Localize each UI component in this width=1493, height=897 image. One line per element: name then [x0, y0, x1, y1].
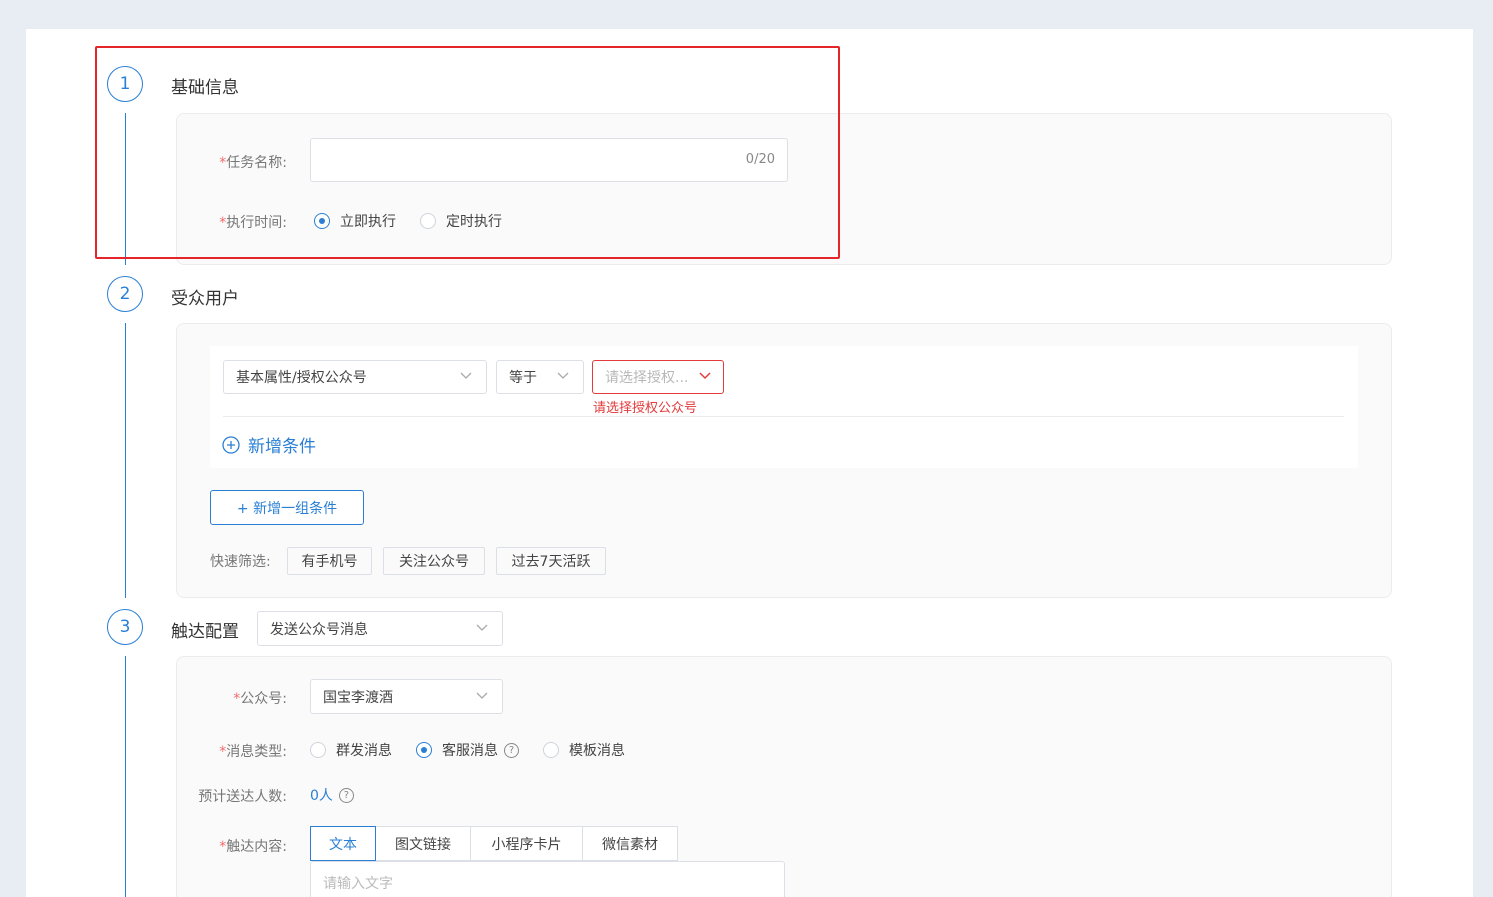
quick-filter-active-7-days[interactable]: 过去7天活跃	[496, 547, 606, 575]
account-select[interactable]: 国宝李渡酒	[310, 679, 503, 714]
condition-divider	[223, 416, 1344, 417]
operator-select[interactable]: 等于	[496, 360, 584, 394]
step-3-circle: 3	[107, 609, 143, 645]
radio-msg-template[interactable]: 模板消息	[543, 740, 625, 760]
chevron-down-icon	[460, 372, 472, 379]
validation-error: 请选择授权公众号	[593, 401, 698, 416]
content-textarea[interactable]: 请输入文字	[310, 861, 785, 897]
exec-time-label: *执行时间:	[219, 215, 287, 231]
step-1-circle: 1	[107, 66, 143, 102]
radio-dot	[420, 213, 436, 229]
help-icon[interactable]: ?	[338, 787, 354, 803]
step-3-title: 触达配置	[171, 622, 239, 642]
step-2-connector	[125, 323, 126, 598]
tab-text[interactable]: 文本	[310, 826, 376, 861]
attribute-select[interactable]: 基本属性/授权公众号	[223, 360, 487, 394]
content-label: *触达内容:	[219, 839, 287, 855]
tab-wechat-material[interactable]: 微信素材	[583, 826, 678, 861]
msg-type-label: *消息类型:	[219, 744, 287, 760]
channel-select[interactable]: 发送公众号消息	[257, 611, 503, 646]
estimate-value: 0人 ?	[310, 785, 354, 805]
authorized-account-select[interactable]: 请选择授权...	[592, 360, 724, 394]
account-label: *公众号:	[233, 691, 287, 707]
radio-msg-broadcast[interactable]: 群发消息	[310, 740, 392, 760]
quick-filter-label: 快速筛选:	[210, 554, 271, 570]
task-name-label: *任务名称:	[219, 155, 287, 171]
tab-mini-program[interactable]: 小程序卡片	[471, 826, 583, 861]
content-tabs: 文本 图文链接 小程序卡片 微信素材	[310, 826, 678, 861]
estimate-label: 预计送达人数:	[198, 789, 287, 805]
add-condition-button[interactable]: 新增条件	[222, 432, 316, 457]
chevron-down-icon	[557, 372, 569, 379]
plus-circle-icon	[222, 435, 240, 454]
help-icon[interactable]: ?	[504, 742, 519, 758]
content-placeholder: 请输入文字	[323, 876, 393, 892]
chevron-down-icon	[699, 372, 711, 380]
add-condition-group-button[interactable]: + 新增一组条件	[210, 490, 364, 525]
step-3-connector	[125, 656, 126, 897]
tab-rich-link[interactable]: 图文链接	[376, 826, 471, 861]
radio-exec-now[interactable]: 立即执行	[314, 211, 396, 231]
radio-dot	[314, 213, 330, 229]
step-2-circle: 2	[107, 276, 143, 312]
basic-info-section	[176, 113, 1392, 265]
radio-exec-scheduled[interactable]: 定时执行	[420, 211, 502, 231]
step-1-title: 基础信息	[171, 78, 239, 98]
step-2-title: 受众用户	[171, 289, 239, 309]
quick-filter-has-phone[interactable]: 有手机号	[287, 547, 372, 575]
radio-msg-customer-service[interactable]: 客服消息 ?	[416, 740, 519, 760]
task-name-input[interactable]: 0/20	[310, 138, 788, 182]
chevron-down-icon	[476, 692, 488, 699]
step-1-connector	[125, 113, 126, 265]
chevron-down-icon	[476, 624, 488, 631]
radio-dot	[310, 742, 326, 758]
quick-filter-follows-account[interactable]: 关注公众号	[383, 547, 485, 575]
radio-dot	[416, 742, 432, 758]
task-name-counter: 0/20	[745, 152, 775, 167]
radio-dot	[543, 742, 559, 758]
